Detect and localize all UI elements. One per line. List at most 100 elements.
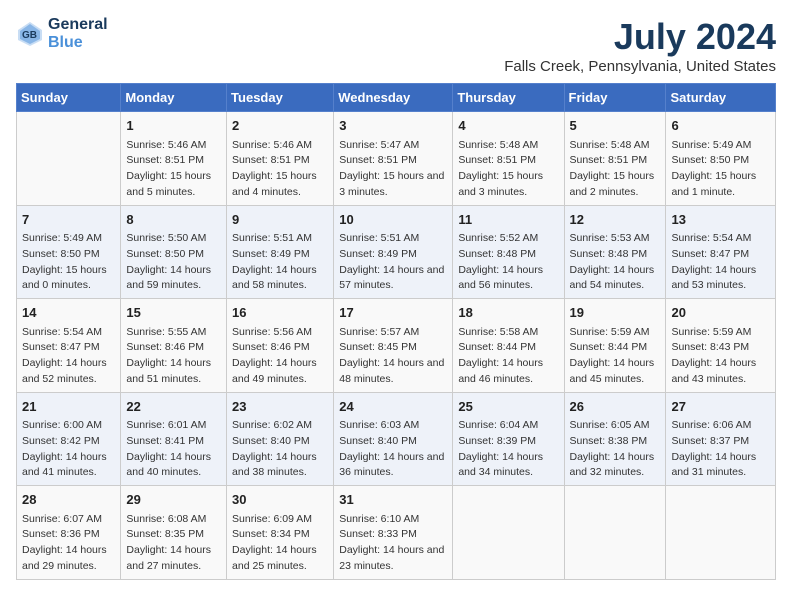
cell-info: Sunrise: 5:51 AMSunset: 8:49 PMDaylight:… [339,231,447,294]
cell-info: Sunrise: 5:59 AMSunset: 8:43 PMDaylight:… [671,325,770,388]
cell-info: Sunrise: 5:53 AMSunset: 8:48 PMDaylight:… [570,231,661,294]
cell-date: 4 [458,116,558,136]
cell-date: 26 [570,397,661,417]
cell-info: Sunrise: 5:54 AMSunset: 8:47 PMDaylight:… [671,231,770,294]
header-cell-wednesday: Wednesday [334,84,453,112]
day-cell [666,486,776,580]
cell-info: Sunrise: 5:59 AMSunset: 8:44 PMDaylight:… [570,325,661,388]
day-cell: 8Sunrise: 5:50 AMSunset: 8:50 PMDaylight… [121,205,227,299]
cell-date: 14 [22,303,115,323]
week-row-1: 1Sunrise: 5:46 AMSunset: 8:51 PMDaylight… [17,112,776,206]
subtitle: Falls Creek, Pennsylvania, United States [504,58,776,75]
day-cell: 5Sunrise: 5:48 AMSunset: 8:51 PMDaylight… [564,112,666,206]
header-cell-monday: Monday [121,84,227,112]
cell-date: 15 [126,303,221,323]
cell-date: 7 [22,210,115,230]
cell-info: Sunrise: 5:47 AMSunset: 8:51 PMDaylight:… [339,138,447,201]
cell-info: Sunrise: 6:02 AMSunset: 8:40 PMDaylight:… [232,418,328,481]
main-title: July 2024 [504,16,776,58]
cell-info: Sunrise: 6:03 AMSunset: 8:40 PMDaylight:… [339,418,447,481]
cell-info: Sunrise: 5:57 AMSunset: 8:45 PMDaylight:… [339,325,447,388]
cell-date: 24 [339,397,447,417]
week-row-2: 7Sunrise: 5:49 AMSunset: 8:50 PMDaylight… [17,205,776,299]
day-cell: 19Sunrise: 5:59 AMSunset: 8:44 PMDayligh… [564,299,666,393]
cell-date: 27 [671,397,770,417]
cell-date: 8 [126,210,221,230]
day-cell: 11Sunrise: 5:52 AMSunset: 8:48 PMDayligh… [453,205,564,299]
cell-info: Sunrise: 5:49 AMSunset: 8:50 PMDaylight:… [22,231,115,294]
cell-date: 28 [22,490,115,510]
day-cell: 29Sunrise: 6:08 AMSunset: 8:35 PMDayligh… [121,486,227,580]
title-block: July 2024 Falls Creek, Pennsylvania, Uni… [504,16,776,75]
cell-date: 6 [671,116,770,136]
cell-info: Sunrise: 5:51 AMSunset: 8:49 PMDaylight:… [232,231,328,294]
day-cell: 7Sunrise: 5:49 AMSunset: 8:50 PMDaylight… [17,205,121,299]
day-cell: 1Sunrise: 5:46 AMSunset: 8:51 PMDaylight… [121,112,227,206]
week-row-4: 21Sunrise: 6:00 AMSunset: 8:42 PMDayligh… [17,392,776,486]
cell-date: 22 [126,397,221,417]
day-cell: 14Sunrise: 5:54 AMSunset: 8:47 PMDayligh… [17,299,121,393]
cell-date: 16 [232,303,328,323]
cell-date: 31 [339,490,447,510]
cell-info: Sunrise: 5:56 AMSunset: 8:46 PMDaylight:… [232,325,328,388]
day-cell: 31Sunrise: 6:10 AMSunset: 8:33 PMDayligh… [334,486,453,580]
day-cell: 15Sunrise: 5:55 AMSunset: 8:46 PMDayligh… [121,299,227,393]
day-cell: 17Sunrise: 5:57 AMSunset: 8:45 PMDayligh… [334,299,453,393]
header-cell-thursday: Thursday [453,84,564,112]
cell-info: Sunrise: 6:06 AMSunset: 8:37 PMDaylight:… [671,418,770,481]
day-cell: 28Sunrise: 6:07 AMSunset: 8:36 PMDayligh… [17,486,121,580]
day-cell: 16Sunrise: 5:56 AMSunset: 8:46 PMDayligh… [227,299,334,393]
cell-date: 11 [458,210,558,230]
day-cell: 25Sunrise: 6:04 AMSunset: 8:39 PMDayligh… [453,392,564,486]
cell-info: Sunrise: 5:48 AMSunset: 8:51 PMDaylight:… [458,138,558,201]
day-cell: 2Sunrise: 5:46 AMSunset: 8:51 PMDaylight… [227,112,334,206]
cell-date: 10 [339,210,447,230]
day-cell: 22Sunrise: 6:01 AMSunset: 8:41 PMDayligh… [121,392,227,486]
cell-info: Sunrise: 5:55 AMSunset: 8:46 PMDaylight:… [126,325,221,388]
cell-info: Sunrise: 6:08 AMSunset: 8:35 PMDaylight:… [126,512,221,575]
day-cell: 13Sunrise: 5:54 AMSunset: 8:47 PMDayligh… [666,205,776,299]
cell-date: 30 [232,490,328,510]
day-cell: 30Sunrise: 6:09 AMSunset: 8:34 PMDayligh… [227,486,334,580]
cell-date: 3 [339,116,447,136]
calendar-table: SundayMondayTuesdayWednesdayThursdayFrid… [16,83,776,580]
day-cell: 12Sunrise: 5:53 AMSunset: 8:48 PMDayligh… [564,205,666,299]
day-cell: 3Sunrise: 5:47 AMSunset: 8:51 PMDaylight… [334,112,453,206]
cell-date: 9 [232,210,328,230]
day-cell: 26Sunrise: 6:05 AMSunset: 8:38 PMDayligh… [564,392,666,486]
cell-date: 20 [671,303,770,323]
header-cell-tuesday: Tuesday [227,84,334,112]
cell-info: Sunrise: 6:04 AMSunset: 8:39 PMDaylight:… [458,418,558,481]
day-cell [564,486,666,580]
day-cell [453,486,564,580]
cell-date: 23 [232,397,328,417]
logo: GB General Blue [16,16,108,51]
cell-info: Sunrise: 5:48 AMSunset: 8:51 PMDaylight:… [570,138,661,201]
cell-date: 25 [458,397,558,417]
header-cell-sunday: Sunday [17,84,121,112]
day-cell: 4Sunrise: 5:48 AMSunset: 8:51 PMDaylight… [453,112,564,206]
cell-info: Sunrise: 6:05 AMSunset: 8:38 PMDaylight:… [570,418,661,481]
cell-info: Sunrise: 5:54 AMSunset: 8:47 PMDaylight:… [22,325,115,388]
cell-date: 1 [126,116,221,136]
week-row-3: 14Sunrise: 5:54 AMSunset: 8:47 PMDayligh… [17,299,776,393]
day-cell: 10Sunrise: 5:51 AMSunset: 8:49 PMDayligh… [334,205,453,299]
header-cell-friday: Friday [564,84,666,112]
page-header: GB General Blue July 2024 Falls Creek, P… [16,16,776,75]
day-cell [17,112,121,206]
week-row-5: 28Sunrise: 6:07 AMSunset: 8:36 PMDayligh… [17,486,776,580]
cell-info: Sunrise: 6:00 AMSunset: 8:42 PMDaylight:… [22,418,115,481]
day-cell: 6Sunrise: 5:49 AMSunset: 8:50 PMDaylight… [666,112,776,206]
cell-info: Sunrise: 5:58 AMSunset: 8:44 PMDaylight:… [458,325,558,388]
day-cell: 9Sunrise: 5:51 AMSunset: 8:49 PMDaylight… [227,205,334,299]
logo-text: General Blue [48,16,108,51]
svg-text:GB: GB [22,30,37,41]
day-cell: 18Sunrise: 5:58 AMSunset: 8:44 PMDayligh… [453,299,564,393]
cell-date: 19 [570,303,661,323]
cell-info: Sunrise: 5:50 AMSunset: 8:50 PMDaylight:… [126,231,221,294]
header-cell-saturday: Saturday [666,84,776,112]
cell-info: Sunrise: 5:52 AMSunset: 8:48 PMDaylight:… [458,231,558,294]
cell-info: Sunrise: 6:10 AMSunset: 8:33 PMDaylight:… [339,512,447,575]
cell-date: 12 [570,210,661,230]
day-cell: 21Sunrise: 6:00 AMSunset: 8:42 PMDayligh… [17,392,121,486]
